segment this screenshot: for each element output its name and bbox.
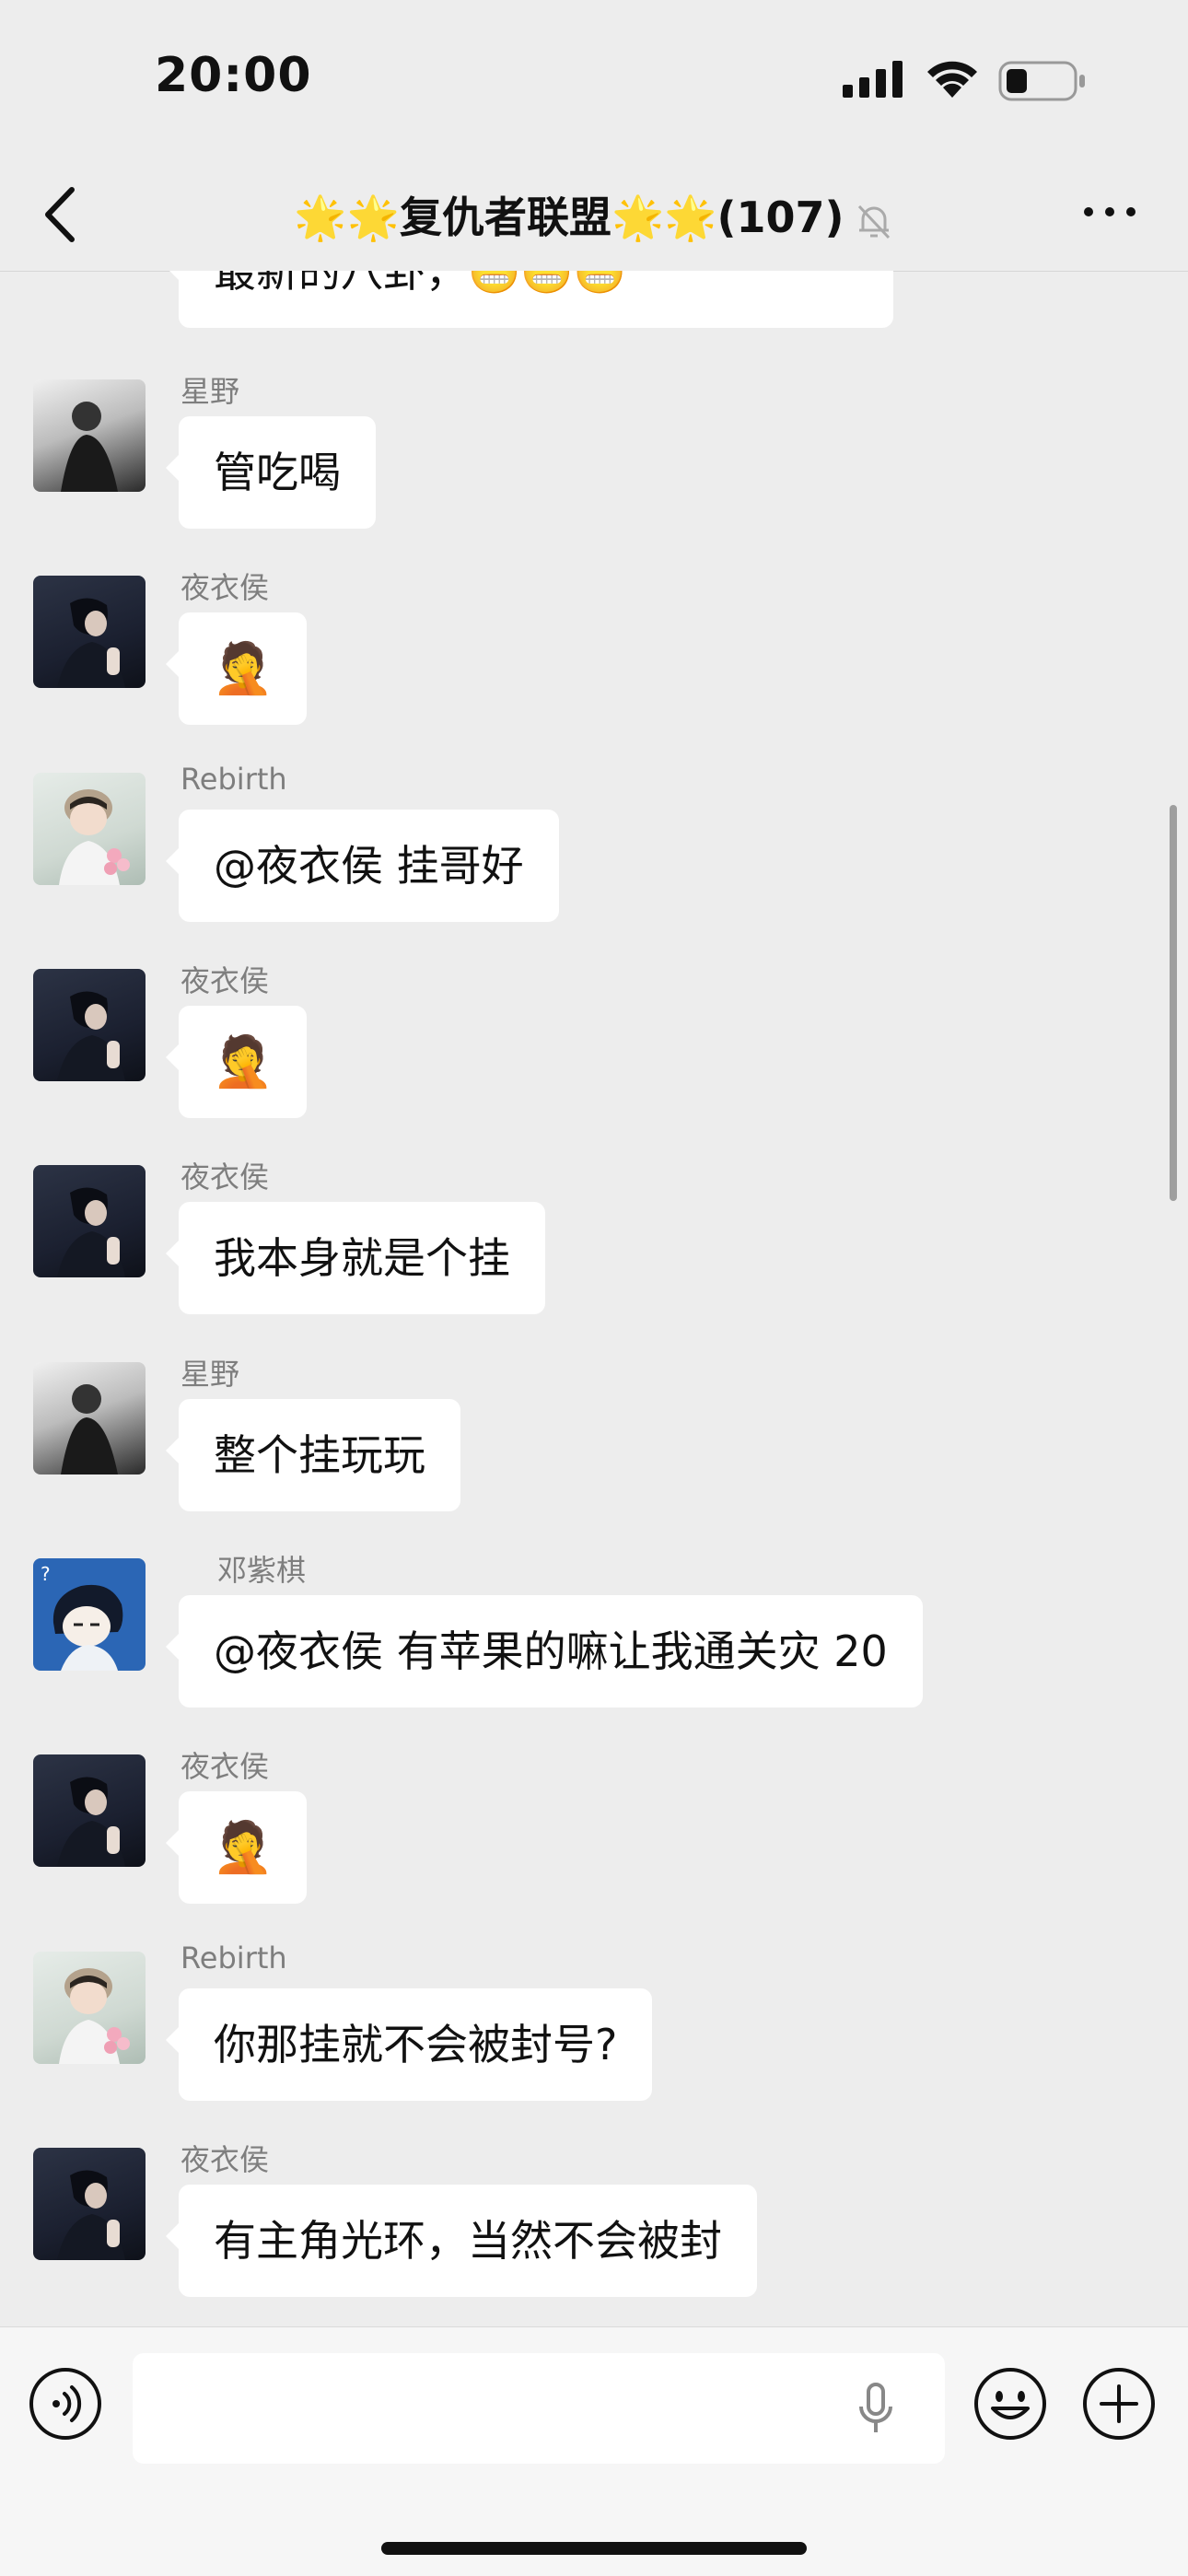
message-bubble[interactable]: @夜衣侯 有苹果的嘛让我通关灾 20 — [166, 1595, 923, 1708]
chat-header: 🌟🌟复仇者联盟🌟🌟(107) — [0, 157, 1188, 272]
input-bar — [0, 2326, 1188, 2576]
sender-name: 夜衣侯 — [181, 1160, 270, 1195]
avatar[interactable] — [33, 1362, 146, 1474]
message-bubble[interactable]: 🤦 — [165, 612, 308, 725]
cellular-signal-icon — [843, 61, 903, 98]
avatar[interactable] — [33, 969, 146, 1081]
microphone-icon[interactable] — [856, 2383, 895, 2434]
avatar[interactable] — [33, 773, 146, 885]
avatar[interactable] — [33, 1754, 146, 1867]
group-name: 🌟🌟复仇者联盟🌟🌟(107) — [294, 192, 844, 242]
message-bubble[interactable]: @夜衣侯 挂哥好 — [166, 810, 559, 922]
status-time: 20:00 — [155, 48, 312, 103]
message-bubble[interactable]: 🤦 — [165, 1791, 308, 1904]
emoji-icon[interactable] — [973, 2366, 1048, 2442]
message-list[interactable]: 最新的八卦，😬😬😬 星野 管吃喝 夜衣侯 🤦 Rebirth @夜衣侯 挂哥好 … — [0, 271, 1188, 2326]
message-bubble[interactable]: 整个挂玩玩 — [166, 1399, 460, 1511]
avatar[interactable] — [33, 576, 146, 688]
message-bubble[interactable]: 你那挂就不会被封号? — [165, 1988, 653, 2101]
svg-text:?: ? — [41, 1563, 51, 1585]
message-bubble[interactable]: 🤦 — [165, 1006, 308, 1118]
home-indicator[interactable] — [381, 2542, 807, 2555]
sender-name: 星野 — [181, 374, 240, 409]
more-icon[interactable] — [1077, 193, 1142, 230]
avatar[interactable] — [33, 2148, 146, 2260]
avatar[interactable] — [33, 1165, 146, 1277]
message-bubble[interactable]: 有主角光环，当然不会被封 — [166, 2185, 757, 2297]
message-bubble[interactable]: 管吃喝 — [166, 416, 376, 529]
plus-icon[interactable] — [1081, 2366, 1157, 2442]
voice-icon[interactable] — [28, 2366, 103, 2442]
sender-name: 星野 — [181, 1357, 240, 1392]
sender-name: 夜衣侯 — [181, 570, 270, 605]
sender-name: 邓紫棋 — [217, 1553, 307, 1588]
wifi-icon — [927, 61, 977, 98]
battery-icon — [998, 61, 1085, 101]
avatar[interactable]: ? — [33, 1558, 146, 1671]
sender-name: Rebirth — [181, 1941, 287, 1976]
avatar[interactable] — [33, 1952, 146, 2064]
sender-name: 夜衣侯 — [181, 2142, 270, 2177]
bell-off-icon — [857, 204, 890, 239]
message-bubble[interactable]: 我本身就是个挂 — [166, 1202, 545, 1314]
chat-title: 🌟🌟复仇者联盟🌟🌟(107) — [0, 184, 1188, 245]
avatar[interactable] — [33, 379, 146, 492]
message-input[interactable] — [133, 2353, 945, 2464]
message-bubble[interactable]: 最新的八卦，😬😬😬 — [166, 271, 893, 328]
sender-name: Rebirth — [181, 762, 287, 797]
sender-name: 夜衣侯 — [181, 963, 270, 998]
status-bar: 20:00 — [0, 0, 1188, 157]
scrollbar[interactable] — [1170, 805, 1177, 1201]
sender-name: 夜衣侯 — [181, 1749, 270, 1784]
